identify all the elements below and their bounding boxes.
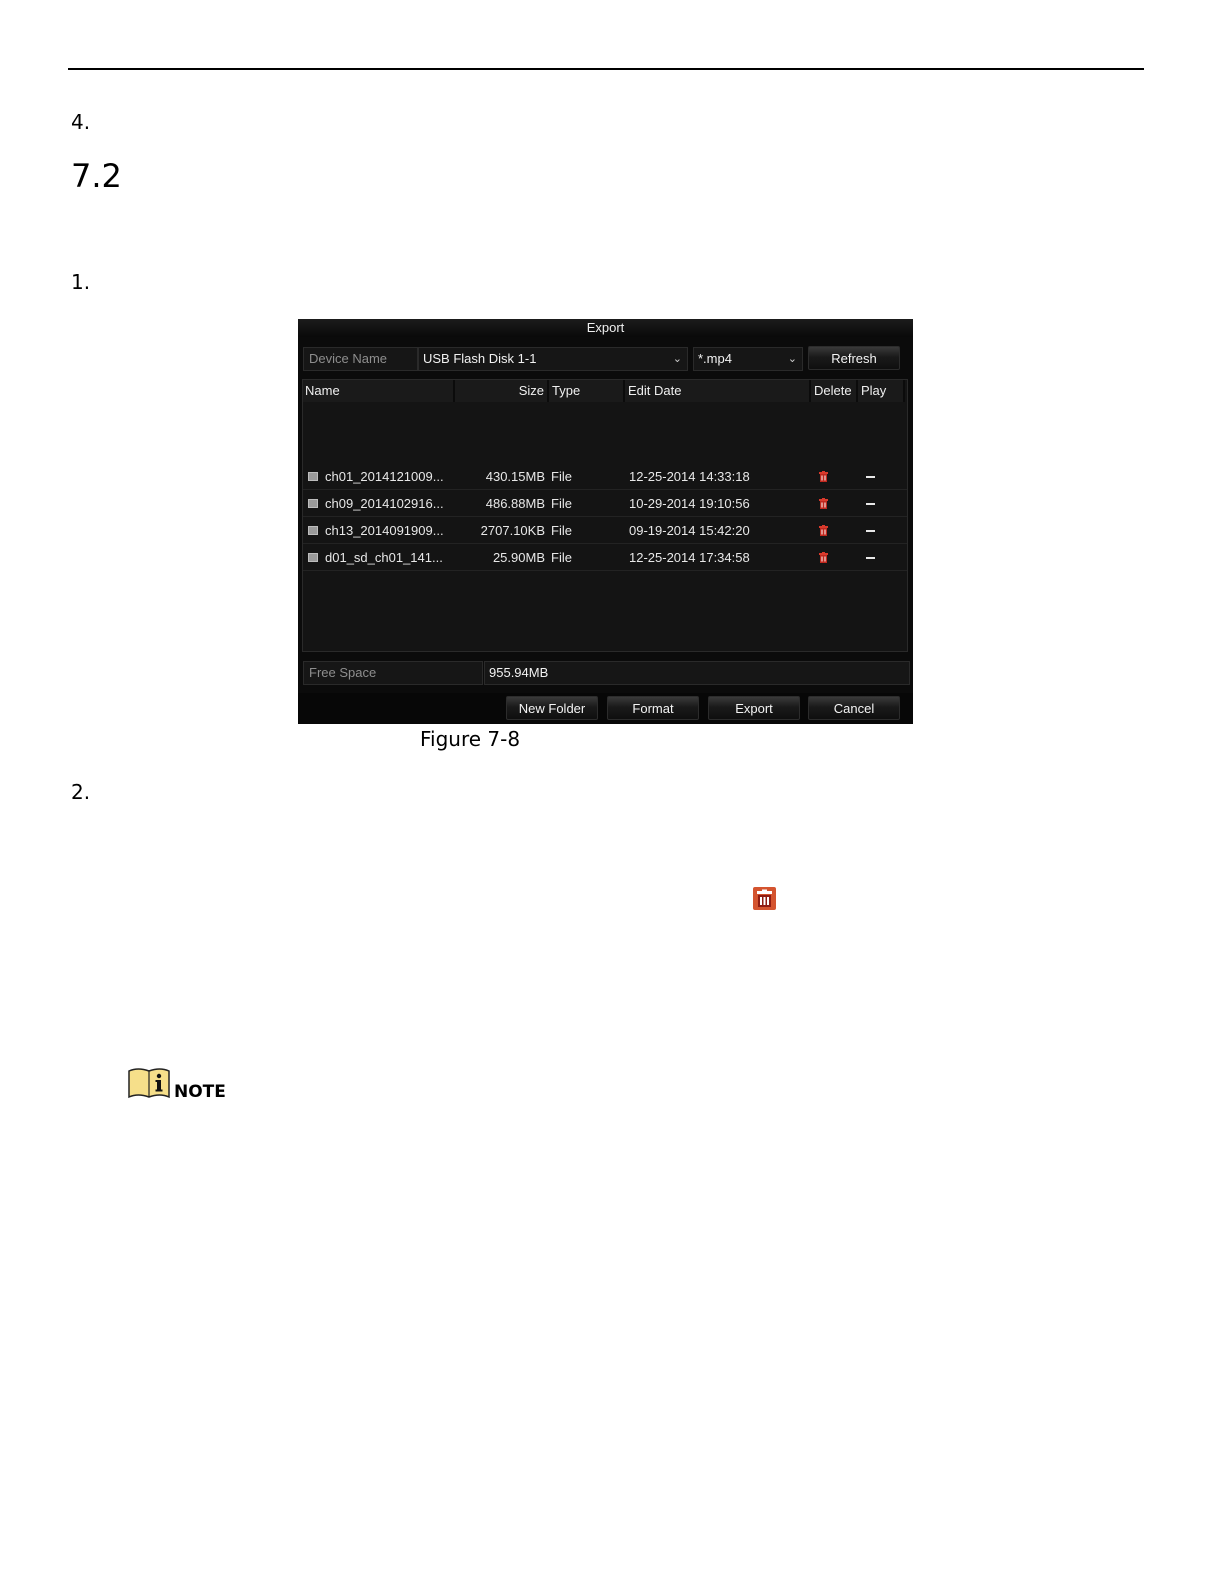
file-edit-date: 10-29-2014 19:10:56 — [629, 496, 750, 511]
free-space-label: Free Space — [309, 665, 377, 680]
file-name: ch01_2014121009... — [325, 469, 444, 484]
file-name: ch13_2014091909... — [325, 523, 444, 538]
device-name-label: Device Name — [309, 351, 388, 366]
file-name: ch09_2014102916... — [325, 496, 444, 511]
column-header-type[interactable]: Type — [549, 380, 625, 402]
step-2-number: 2. — [71, 780, 91, 804]
file-edit-date: 12-25-2014 14:33:18 — [629, 469, 750, 484]
file-type-select[interactable]: *.mp4 ⌄ — [693, 347, 803, 371]
column-header-delete: Delete — [811, 380, 858, 402]
trash-icon[interactable] — [819, 525, 828, 536]
file-icon — [308, 472, 318, 481]
export-dialog: Export Device Name USB Flash Disk 1-1 ⌄ … — [298, 319, 913, 724]
free-space-label-box: Free Space — [303, 661, 483, 685]
step-1-number: 1. — [71, 270, 91, 294]
dialog-title: Export — [298, 319, 913, 337]
column-header-name[interactable]: Name — [303, 380, 455, 402]
device-name-select[interactable]: USB Flash Disk 1-1 ⌄ — [418, 347, 688, 371]
column-header-edit-date[interactable]: Edit Date — [625, 380, 811, 402]
file-type: File — [551, 469, 572, 484]
file-edit-date: 09-19-2014 15:42:20 — [629, 523, 750, 538]
file-list-header: Name Size Type Edit Date Delete Play — [303, 380, 907, 402]
column-header-play: Play — [858, 380, 905, 402]
trash-icon[interactable] — [819, 498, 828, 509]
trash-icon — [753, 887, 776, 910]
header-rule — [68, 68, 1144, 70]
refresh-button[interactable]: Refresh — [808, 346, 900, 370]
cancel-button[interactable]: Cancel — [808, 696, 900, 720]
chevron-down-icon: ⌄ — [787, 353, 797, 365]
file-list: Name Size Type Edit Date Delete Play ch0… — [302, 379, 908, 652]
dash-icon[interactable] — [866, 557, 875, 559]
file-type-value: *.mp4 — [698, 351, 732, 366]
file-type: File — [551, 523, 572, 538]
file-size: 2707.10KB — [480, 523, 545, 538]
dash-icon[interactable] — [866, 476, 875, 478]
info-book-icon — [128, 1068, 170, 1099]
file-row[interactable]: d01_sd_ch01_141... 25.90MB File 12-25-20… — [303, 545, 907, 571]
chevron-down-icon: ⌄ — [672, 353, 682, 365]
format-button[interactable]: Format — [607, 696, 699, 720]
dash-icon[interactable] — [866, 503, 875, 505]
dash-icon[interactable] — [866, 530, 875, 532]
file-size: 486.88MB — [485, 496, 545, 511]
free-space-value-box: 955.94MB — [484, 661, 910, 685]
column-header-size[interactable]: Size — [455, 380, 549, 402]
trash-icon[interactable] — [819, 471, 828, 482]
file-type: File — [551, 550, 572, 565]
file-size: 25.90MB — [492, 550, 545, 565]
trash-icon[interactable] — [819, 552, 828, 563]
file-type: File — [551, 496, 572, 511]
file-edit-date: 12-25-2014 17:34:58 — [629, 550, 750, 565]
file-name: d01_sd_ch01_141... — [325, 550, 443, 565]
device-name-value: USB Flash Disk 1-1 — [423, 351, 537, 366]
file-row[interactable]: ch01_2014121009... 430.15MB File 12-25-2… — [303, 464, 907, 490]
free-space-value: 955.94MB — [489, 665, 549, 680]
file-row[interactable]: ch13_2014091909... 2707.10KB File 09-19-… — [303, 518, 907, 544]
file-icon — [308, 499, 318, 508]
note-label: NOTE — [174, 1082, 226, 1102]
file-row[interactable]: ch09_2014102916... 486.88MB File 10-29-2… — [303, 491, 907, 517]
file-size: 430.15MB — [485, 469, 545, 484]
device-name-label-box: Device Name — [303, 347, 418, 371]
file-icon — [308, 553, 318, 562]
section-number: 7.2 — [71, 157, 122, 195]
figure-caption: Figure 7-8 — [420, 727, 521, 751]
new-folder-button[interactable]: New Folder — [506, 696, 598, 720]
step-4-number: 4. — [71, 110, 91, 134]
file-icon — [308, 526, 318, 535]
export-button[interactable]: Export — [708, 696, 800, 720]
